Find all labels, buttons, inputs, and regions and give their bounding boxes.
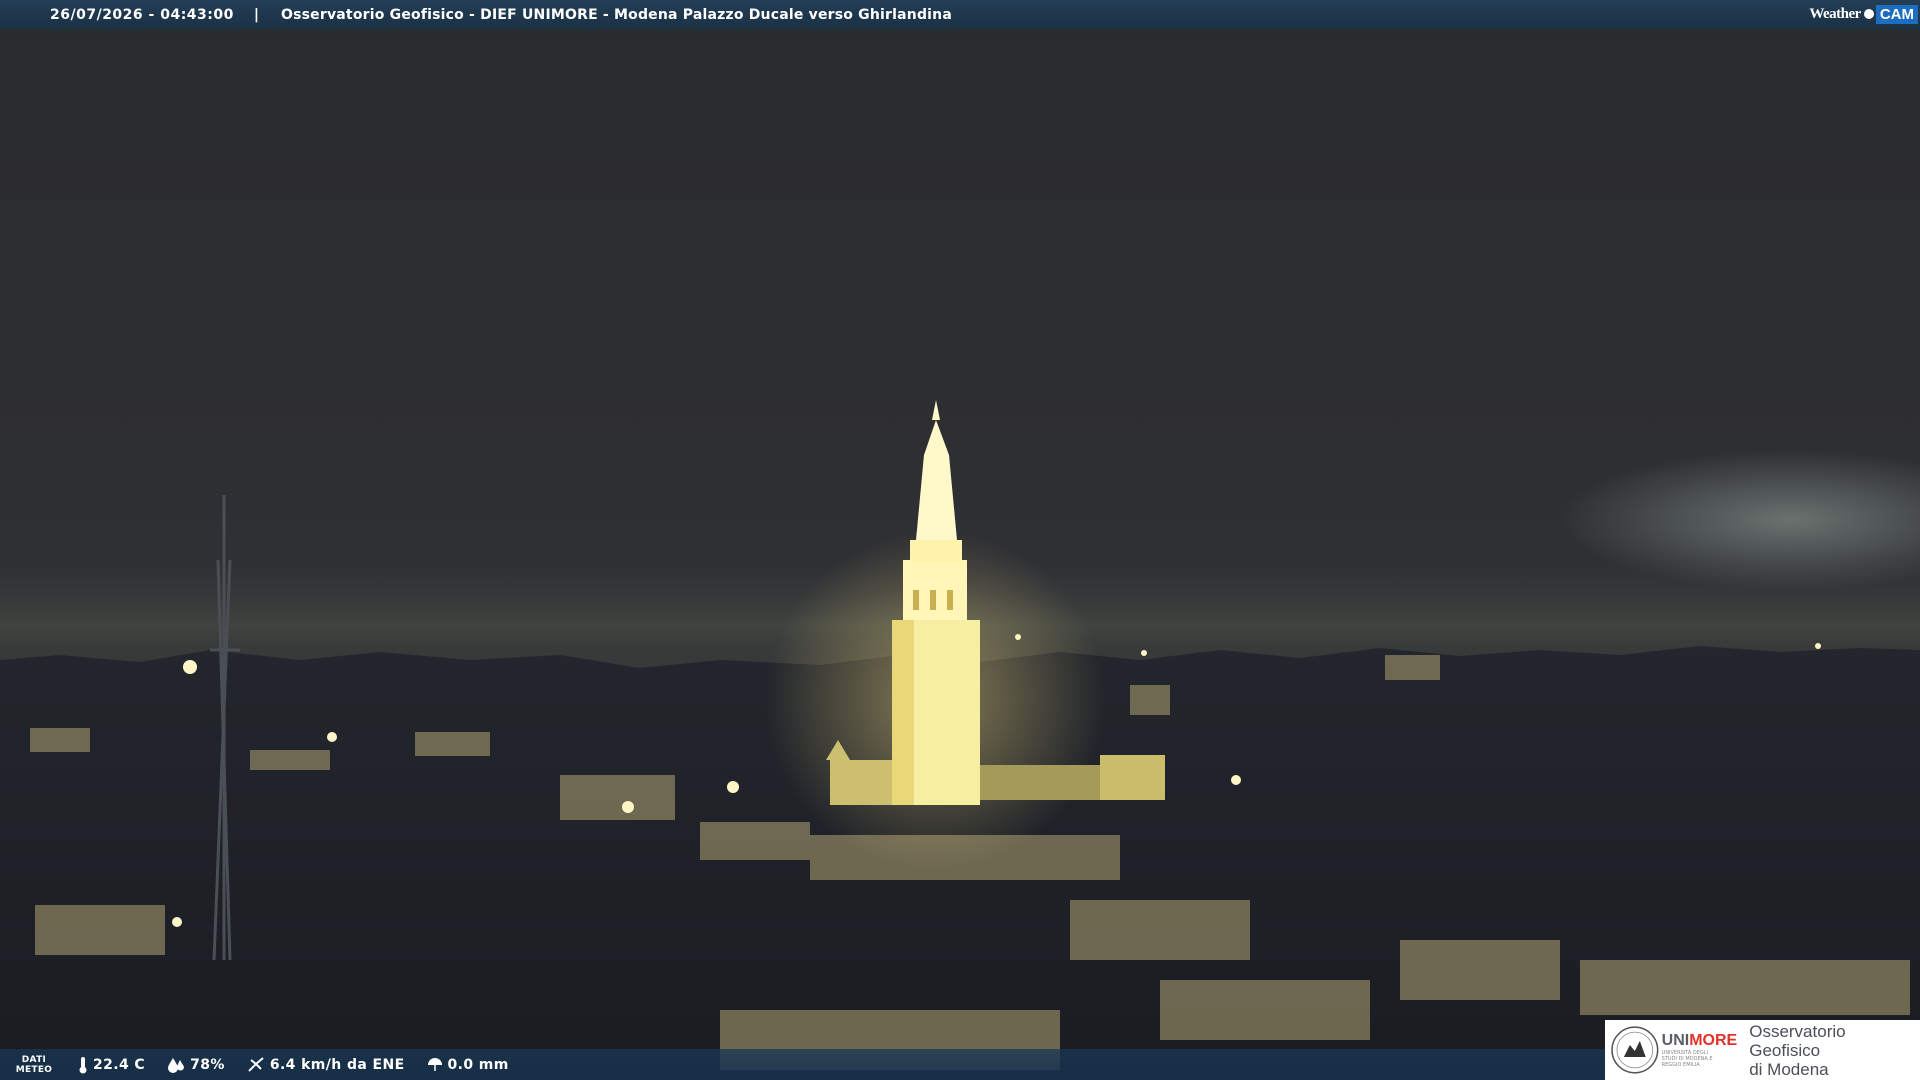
observatory-name: Osservatorio Geofisico di Modena: [1749, 1021, 1846, 1079]
wind-icon: [248, 1056, 264, 1072]
meteo-bar: DATI METEO 22.4 C 78% 6.4 km/h da ENE 0.…: [0, 1049, 1605, 1080]
temperature-reading: 22.4 C: [78, 1056, 145, 1074]
institution-logo: UNIMORE UNIVERSITÀ DEGLI STUDI DI MODENA…: [1605, 1020, 1920, 1080]
humidity-drop-icon: [168, 1057, 185, 1073]
weathercam-globe-icon: [1863, 9, 1874, 19]
wind-reading: 6.4 km/h da ENE: [247, 1056, 405, 1074]
timestamp: 26/07/2026 - 04:43:00: [50, 6, 234, 23]
humidity-value: 78%: [190, 1056, 225, 1073]
wind-value: 6.4 km/h da ENE: [269, 1056, 405, 1073]
thermometer-icon: [79, 1056, 87, 1073]
unimore-wordmark: UNIMORE UNIVERSITÀ DEGLI STUDI DI MODENA…: [1661, 1032, 1738, 1068]
university-subtitle: UNIVERSITÀ DEGLI STUDI DI MODENA E REGGI…: [1661, 1050, 1713, 1068]
rain-umbrella-icon: [427, 1057, 442, 1071]
separator: |: [253, 6, 259, 23]
rain-value: 0.0 mm: [447, 1056, 509, 1073]
top-info-bar: 26/07/2026 - 04:43:00 | Osservatorio Geo…: [0, 0, 1920, 29]
meteo-label: DATI METEO: [15, 1054, 53, 1075]
camera-title: Osservatorio Geofisico - DIEF UNIMORE - …: [280, 6, 952, 23]
rain-reading: 0.0 mm: [427, 1057, 509, 1073]
university-seal-icon: [1611, 1026, 1659, 1074]
webcam-scene: [0, 0, 1920, 1080]
humidity-reading: 78%: [167, 1057, 225, 1073]
temperature-value: 22.4 C: [93, 1056, 146, 1073]
logo-weather-text: Weather: [1809, 5, 1861, 22]
weathercam-logo: Weather CAM: [1809, 3, 1918, 25]
logo-cam-text: CAM: [1875, 4, 1918, 24]
